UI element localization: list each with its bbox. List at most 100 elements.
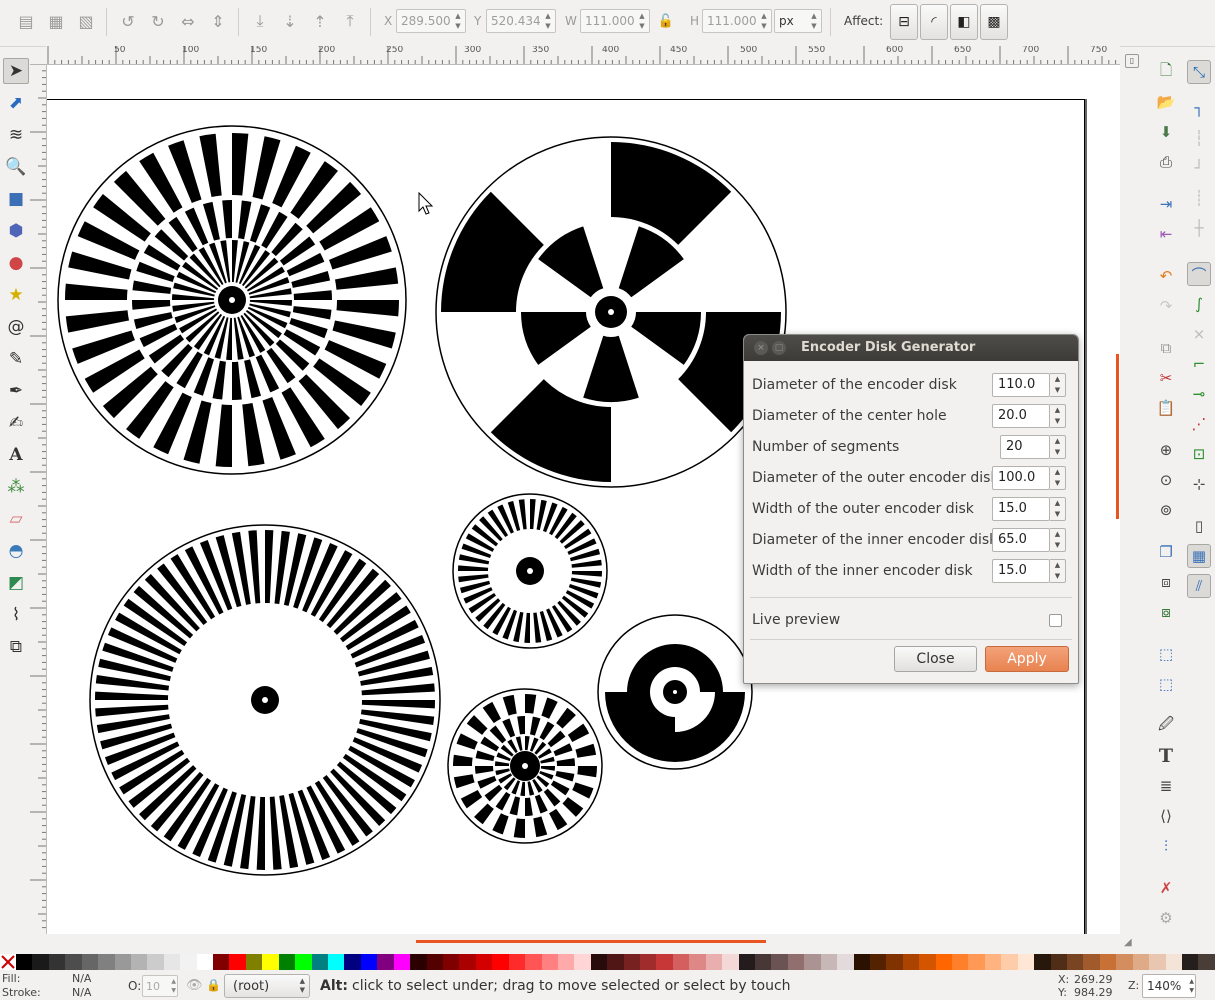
ungroup-icon[interactable]: ⬚ bbox=[1154, 672, 1178, 696]
color-swatch[interactable] bbox=[984, 954, 1002, 970]
color-swatch[interactable] bbox=[557, 954, 575, 970]
fill-value[interactable]: N/A bbox=[72, 972, 91, 985]
scale-corners-icon[interactable]: ◜ bbox=[920, 4, 948, 40]
inner-diameter-input[interactable]: 65.0 bbox=[992, 528, 1050, 552]
y-field[interactable]: 520.434 ▲ ▼ bbox=[486, 9, 556, 33]
spin-button[interactable]: ▲ ▼ bbox=[1050, 497, 1066, 521]
color-swatch[interactable] bbox=[1001, 954, 1018, 970]
snap-bbox-corners-icon[interactable]: ┘ bbox=[1187, 156, 1211, 180]
flip-vertical-icon[interactable]: ⇕ bbox=[206, 9, 230, 33]
vertical-scrollbar[interactable]: ▯ bbox=[1116, 54, 1146, 934]
snap-path-intersections-icon[interactable]: ⨯ bbox=[1187, 322, 1211, 346]
color-swatch[interactable] bbox=[771, 954, 788, 970]
spray-tool-icon[interactable]: ⁂ bbox=[3, 474, 29, 500]
color-swatch[interactable] bbox=[81, 954, 99, 970]
color-swatch[interactable] bbox=[935, 954, 953, 970]
spin-button[interactable]: ▲ ▼ bbox=[1050, 435, 1066, 459]
color-swatch[interactable] bbox=[886, 954, 903, 970]
text-font-icon[interactable]: T bbox=[1154, 744, 1178, 768]
color-swatch[interactable] bbox=[32, 954, 49, 970]
lower-to-bottom-icon[interactable]: ⤓ bbox=[248, 9, 272, 33]
encoder-disk-6[interactable] bbox=[597, 614, 753, 770]
paint-bucket-tool-icon[interactable]: ◓ bbox=[3, 538, 29, 564]
lock-icon[interactable]: 🔓 bbox=[654, 9, 678, 33]
color-swatch[interactable] bbox=[820, 954, 838, 970]
color-swatch[interactable] bbox=[869, 954, 887, 970]
color-swatch[interactable] bbox=[541, 954, 558, 970]
snap-object-centers-icon[interactable]: ⊡ bbox=[1187, 442, 1211, 466]
open-icon[interactable]: 📂 bbox=[1154, 90, 1178, 114]
color-swatch[interactable] bbox=[328, 954, 345, 970]
vertical-scroll-thumb[interactable] bbox=[1116, 354, 1119, 519]
snap-bbox-midpoints-icon[interactable]: ┊ bbox=[1187, 186, 1211, 210]
snap-midpoints-icon[interactable]: ⋰ bbox=[1187, 412, 1211, 436]
new-document-icon[interactable]: 🗋 bbox=[1154, 60, 1178, 84]
color-swatch[interactable] bbox=[278, 954, 296, 970]
color-swatch[interactable] bbox=[1198, 954, 1215, 970]
color-swatch[interactable] bbox=[426, 954, 443, 970]
unlink-clone-icon[interactable]: ⧇ bbox=[1154, 600, 1178, 624]
star-tool-icon[interactable]: ★ bbox=[3, 282, 29, 308]
zoom-drawing-icon[interactable]: ⊙ bbox=[1154, 468, 1178, 492]
color-swatch[interactable] bbox=[689, 954, 706, 970]
outer-diameter-input[interactable]: 100.0 bbox=[992, 466, 1050, 490]
deselect-icon[interactable]: ▧ bbox=[74, 9, 98, 33]
color-swatch[interactable] bbox=[656, 954, 673, 970]
color-swatch[interactable] bbox=[377, 954, 394, 970]
scale-stroke-icon[interactable]: ⊟ bbox=[890, 4, 918, 40]
visibility-icon[interactable]: 👁 bbox=[186, 978, 203, 993]
zoom-field[interactable]: 140% ▲ ▼ bbox=[1142, 974, 1196, 998]
color-swatch[interactable] bbox=[163, 954, 181, 970]
color-swatch[interactable] bbox=[853, 954, 870, 970]
color-swatch[interactable] bbox=[1181, 954, 1199, 970]
color-swatch[interactable] bbox=[623, 954, 641, 970]
rectangle-tool-icon[interactable]: ■ bbox=[3, 186, 29, 212]
snap-cusp-nodes-icon[interactable]: ⌐ bbox=[1187, 352, 1211, 376]
color-swatch[interactable] bbox=[360, 954, 378, 970]
raise-icon[interactable]: ⇡ bbox=[308, 9, 332, 33]
align-distribute-icon[interactable]: ⫶ bbox=[1154, 834, 1178, 858]
tweak-tool-icon[interactable]: ≋ bbox=[3, 122, 29, 148]
snap-page-border-icon[interactable]: ▯ bbox=[1187, 514, 1211, 538]
node-tool-icon[interactable]: ⬈ bbox=[3, 90, 29, 116]
color-palette[interactable] bbox=[0, 954, 1215, 972]
close-button[interactable]: Close bbox=[894, 646, 977, 672]
layer-select[interactable]: (root) ▲ ▼ bbox=[224, 974, 310, 998]
select-all-in-all-layers-icon[interactable]: ▦ bbox=[44, 9, 68, 33]
color-swatch[interactable] bbox=[130, 954, 148, 970]
clone-icon[interactable]: ⧈ bbox=[1154, 570, 1178, 594]
color-swatch[interactable] bbox=[1017, 954, 1035, 970]
3d-box-tool-icon[interactable]: ⬢ bbox=[3, 218, 29, 244]
inner-width-input[interactable]: 15.0 bbox=[992, 559, 1050, 583]
transform-patterns-icon[interactable]: ▩ bbox=[980, 4, 1008, 40]
outer-width-input[interactable]: 15.0 bbox=[992, 497, 1050, 521]
h-field[interactable]: 111.000 ▲ ▼ bbox=[702, 9, 772, 33]
color-swatch[interactable] bbox=[196, 954, 214, 970]
xml-editor-icon[interactable]: ⟨⟩ bbox=[1154, 804, 1178, 828]
color-swatch[interactable] bbox=[114, 954, 131, 970]
live-preview-checkbox[interactable] bbox=[1049, 614, 1062, 627]
encoder-disk-3[interactable] bbox=[89, 524, 441, 876]
print-icon[interactable]: ⎙ bbox=[1154, 150, 1178, 174]
raise-to-top-icon[interactable]: ⤒ bbox=[338, 9, 362, 33]
w-field[interactable]: 111.000 ▲ ▼ bbox=[580, 9, 650, 33]
color-swatch[interactable] bbox=[262, 954, 279, 970]
color-swatch[interactable] bbox=[787, 954, 805, 970]
color-swatch[interactable] bbox=[640, 954, 657, 970]
copy-icon[interactable]: ⧉ bbox=[1154, 336, 1178, 360]
color-swatch[interactable] bbox=[442, 954, 460, 970]
snap-bbox-centers-icon[interactable]: ┼ bbox=[1187, 216, 1211, 240]
import-icon[interactable]: ⇥ bbox=[1154, 192, 1178, 216]
x-field[interactable]: 289.500 ▲ ▼ bbox=[396, 9, 466, 33]
color-swatch[interactable] bbox=[672, 954, 690, 970]
color-swatch[interactable] bbox=[590, 954, 608, 970]
color-swatch[interactable] bbox=[738, 954, 755, 970]
flip-horizontal-icon[interactable]: ⇔ bbox=[176, 9, 200, 33]
disk-diameter-input[interactable]: 110.0 bbox=[992, 373, 1050, 397]
group-icon[interactable]: ⬚ bbox=[1154, 642, 1178, 666]
snap-bbox-icon[interactable]: ┐ bbox=[1187, 96, 1211, 120]
dialog-titlebar[interactable]: × □ Encoder Disk Generator bbox=[744, 335, 1078, 361]
preferences-icon[interactable]: ✗ bbox=[1154, 876, 1178, 900]
spin-button[interactable]: ▲ ▼ bbox=[1050, 466, 1066, 490]
color-swatch[interactable] bbox=[492, 954, 509, 970]
